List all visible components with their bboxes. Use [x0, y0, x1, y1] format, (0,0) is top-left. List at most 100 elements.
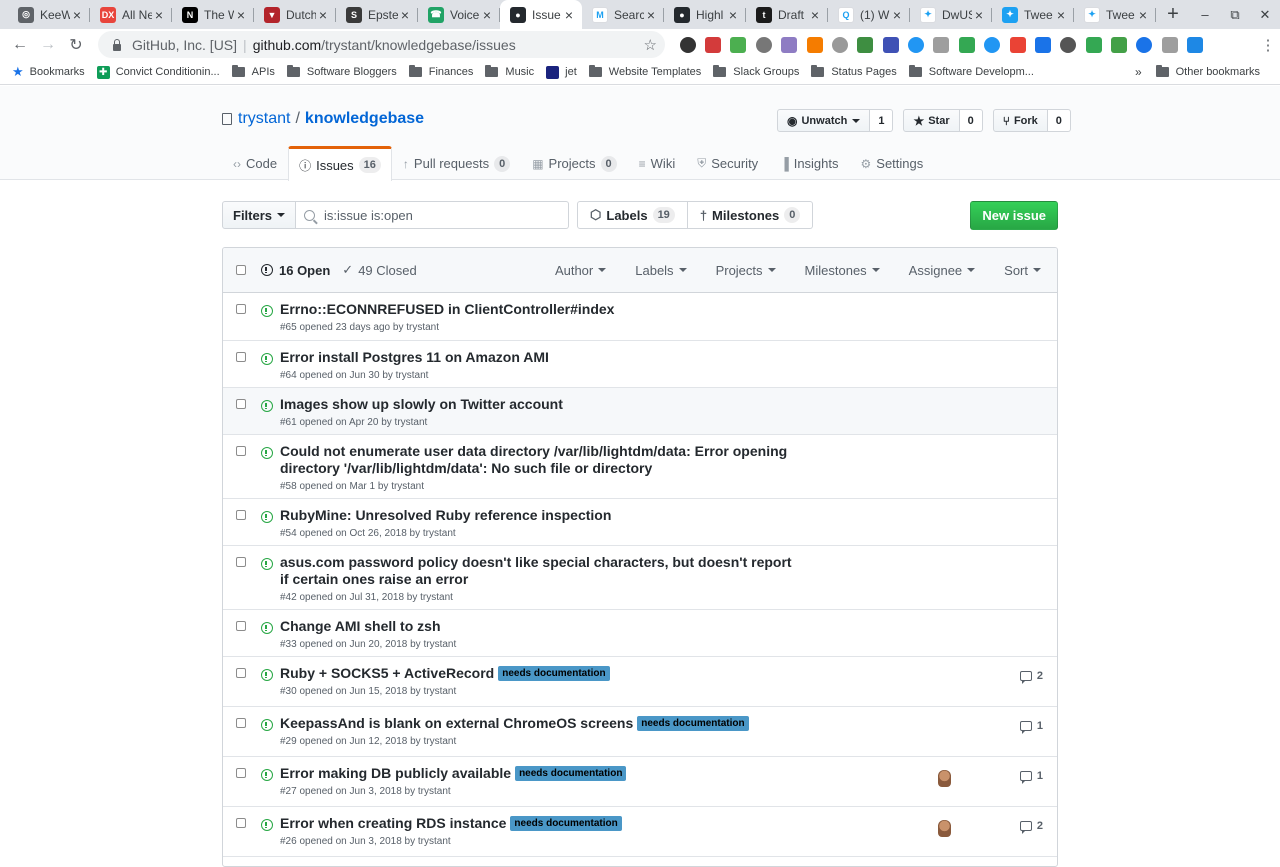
restore-icon[interactable]: ⧉	[1220, 7, 1250, 23]
issue-title-link[interactable]: Error when creating RDS instance	[280, 815, 506, 831]
comment-count-link[interactable]: 1	[1019, 720, 1043, 734]
chrome-menu-icon[interactable]: ⋮	[1256, 36, 1280, 54]
issue-title-link[interactable]: Change AMI shell to zsh	[280, 618, 441, 634]
tab-wiki[interactable]: ≡ Wiki	[628, 146, 687, 180]
extension-icon[interactable]	[1187, 36, 1204, 53]
issue-row[interactable]: Could not enumerate user data directory …	[223, 435, 1057, 499]
tab-security[interactable]: ⛨ Security	[686, 146, 769, 180]
issue-row[interactable]: Errno::ECONNREFUSED in ClientController#…	[223, 293, 1057, 341]
issue-checkbox[interactable]	[236, 668, 246, 678]
extension-icon[interactable]	[1111, 36, 1128, 53]
back-icon[interactable]: ←	[6, 36, 34, 54]
bookmarks-overflow-icon[interactable]: »	[1135, 65, 1142, 79]
extension-icon[interactable]	[806, 36, 823, 53]
milestones-link[interactable]: † Milestones 0	[687, 201, 814, 229]
browser-tab[interactable]: ✦ DwUS×	[910, 0, 992, 29]
bookmark-star-icon[interactable]: ☆	[644, 36, 657, 54]
reload-icon[interactable]: ↻	[62, 35, 90, 55]
tab-close-icon[interactable]: ×	[234, 7, 248, 23]
bookmark-item[interactable]: Software Bloggers	[286, 65, 397, 78]
browser-tab[interactable]: DX All Ne ×	[90, 0, 172, 29]
tab-projects[interactable]: ▦ Projects 0	[521, 146, 627, 180]
extension-icon[interactable]	[1085, 36, 1102, 53]
repo-owner-link[interactable]: trystant	[238, 110, 290, 128]
issue-title-link[interactable]: RubyMine: Unresolved Ruby reference insp…	[280, 507, 611, 523]
issue-title-link[interactable]: Error install Postgres 11 on Amazon AMI	[280, 349, 549, 365]
forward-icon[interactable]: →	[34, 36, 62, 54]
issue-title-link[interactable]: Ruby + SOCKS5 + ActiveRecord	[280, 665, 494, 681]
tab-close-icon[interactable]: ×	[1054, 7, 1068, 23]
address-bar[interactable]: GitHub, Inc. [US] | github.com/trystant/…	[98, 31, 665, 58]
bookmark-item[interactable]: Website Templates	[588, 65, 701, 78]
issue-label[interactable]: needs documentation	[510, 816, 622, 831]
tab-settings[interactable]: ⚙ Settings	[850, 146, 935, 180]
bookmark-item[interactable]: APIs	[231, 65, 275, 78]
issue-title-link[interactable]: Error making DB publicly available	[280, 765, 511, 781]
browser-tab[interactable]: Q (1) W ×	[828, 0, 910, 29]
tab-issues[interactable]: ⓘ Issues 16	[288, 146, 392, 181]
labels-filter-dropdown[interactable]: Labels	[635, 263, 687, 278]
tab-close-icon[interactable]: ×	[1136, 7, 1150, 23]
browser-tab[interactable]: t Draft ×	[746, 0, 828, 29]
tab-close-icon[interactable]: ×	[152, 7, 166, 23]
tab-close-icon[interactable]: ×	[316, 7, 330, 23]
tab-close-icon[interactable]: ×	[808, 7, 822, 23]
projects-filter-dropdown[interactable]: Projects	[716, 263, 776, 278]
issue-row[interactable]: Error when creating RDS instance needs do…	[223, 807, 1057, 857]
extension-icon[interactable]	[1161, 36, 1178, 53]
issue-row[interactable]: Error making DB publicly available needs …	[223, 757, 1057, 807]
issue-row[interactable]: Ruby + SOCKS5 + ActiveRecord needs docume…	[223, 657, 1057, 707]
issue-row[interactable]: Change AMI shell to zsh #33 opened on Jun…	[223, 610, 1057, 657]
stargazers-count[interactable]: 0	[959, 109, 983, 132]
extension-icon[interactable]	[755, 36, 772, 53]
unwatch-button[interactable]: ◉ Unwatch	[777, 109, 871, 132]
browser-tab[interactable]: S Epste ×	[336, 0, 418, 29]
issue-row[interactable]: Error install Postgres 11 on Amazon AMI #…	[223, 341, 1057, 388]
issue-row[interactable]: asus.com password policy doesn't like sp…	[223, 546, 1057, 610]
extension-icon[interactable]	[1060, 36, 1077, 53]
watchers-count[interactable]: 1	[870, 109, 894, 132]
select-all-checkbox[interactable]	[236, 265, 246, 275]
extension-icon[interactable]	[908, 36, 925, 53]
bookmark-item[interactable]: Status Pages	[811, 65, 897, 78]
assignee-avatar[interactable]	[938, 770, 951, 787]
issue-label[interactable]: needs documentation	[637, 716, 749, 731]
tab-close-icon[interactable]: ×	[890, 7, 904, 23]
tab-pull-requests[interactable]: ↑ Pull requests 0	[392, 146, 521, 180]
browser-tab[interactable]: ● Highl ×	[664, 0, 746, 29]
open-issues-link[interactable]: 16 Open	[261, 263, 330, 278]
issue-title-link[interactable]: KeepassAnd is blank on external ChromeOS…	[280, 715, 633, 731]
browser-tab[interactable]: ▼ Dutch ×	[254, 0, 336, 29]
tab-close-icon[interactable]: ×	[644, 7, 658, 23]
sort-filter-dropdown[interactable]: Sort	[1004, 263, 1041, 278]
issue-title-link[interactable]: Could not enumerate user data directory …	[280, 443, 787, 476]
tab-close-icon[interactable]: ×	[480, 7, 494, 23]
issues-search-input[interactable]: is:issue is:open	[296, 201, 570, 229]
extension-icon[interactable]	[730, 36, 747, 53]
issue-checkbox[interactable]	[236, 304, 246, 314]
extension-icon[interactable]	[781, 36, 798, 53]
extension-icon[interactable]	[984, 36, 1001, 53]
issue-title-link[interactable]: Images show up slowly on Twitter account	[280, 396, 563, 412]
extension-icon[interactable]	[1009, 36, 1026, 53]
browser-tab[interactable]: ◎ KeeW ×	[8, 0, 90, 29]
assignee-avatar[interactable]	[938, 820, 951, 837]
tab-close-icon[interactable]: ×	[972, 7, 986, 23]
extension-icon[interactable]	[933, 36, 950, 53]
close-window-icon[interactable]: ✕	[1250, 7, 1280, 23]
issue-title-link[interactable]: asus.com password policy doesn't like sp…	[280, 554, 792, 587]
forks-count[interactable]: 0	[1047, 109, 1071, 132]
tab-close-icon[interactable]: ×	[562, 7, 576, 23]
issue-row[interactable]: RubyMine: Unresolved Ruby reference insp…	[223, 499, 1057, 546]
issue-checkbox[interactable]	[236, 718, 246, 728]
issue-checkbox[interactable]	[236, 557, 246, 567]
browser-tab[interactable]: ● Issue ×	[500, 0, 582, 29]
tab-code[interactable]: ‹› Code	[222, 146, 288, 180]
issue-checkbox[interactable]	[236, 621, 246, 631]
milestones-filter-dropdown[interactable]: Milestones	[805, 263, 880, 278]
issue-checkbox[interactable]	[236, 352, 246, 362]
issue-checkbox[interactable]	[236, 446, 246, 456]
extension-icon[interactable]	[831, 36, 848, 53]
bookmark-item[interactable]: ★ Bookmarks	[12, 64, 85, 80]
comment-count-link[interactable]: 2	[1019, 670, 1043, 684]
